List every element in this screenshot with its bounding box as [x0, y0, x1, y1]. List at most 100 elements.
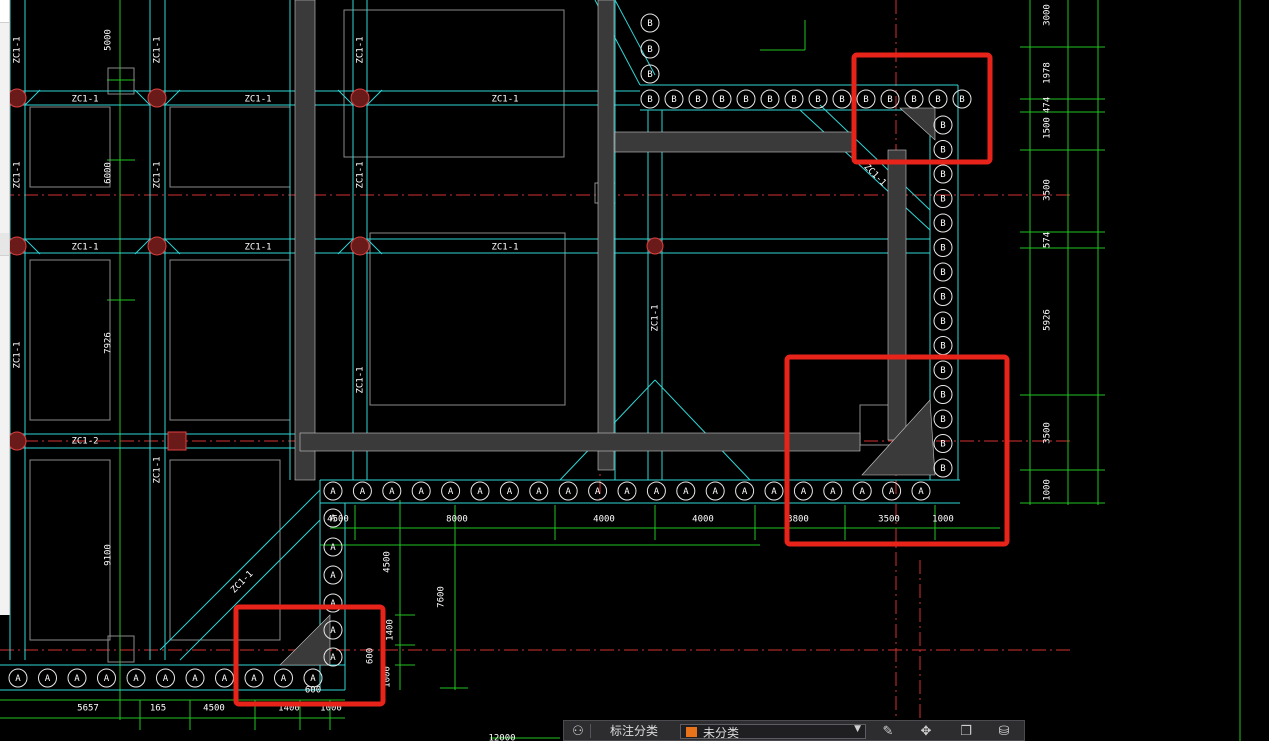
dimension-text: 3500 — [1043, 179, 1053, 201]
pile-label: A — [15, 674, 21, 684]
pile-label: A — [310, 674, 316, 684]
pile-label: B — [647, 45, 652, 55]
pile-label: A — [251, 674, 257, 684]
pile-label: B — [940, 440, 945, 450]
beam-label: ZC1-1 — [244, 95, 271, 105]
copy-icon[interactable]: ❐ — [956, 723, 976, 740]
pile-label: B — [940, 146, 945, 156]
pile-label: B — [959, 95, 964, 105]
pile-label: B — [767, 95, 772, 105]
pile-label: B — [940, 342, 945, 352]
chevron-down-icon: ▼ — [854, 724, 861, 734]
pile-label: A — [448, 487, 454, 497]
pile-label: A — [624, 487, 630, 497]
pile-label: A — [712, 487, 718, 497]
dimension-text: 4000 — [692, 515, 714, 525]
pile-label: A — [536, 487, 542, 497]
pile-label: A — [104, 674, 110, 684]
category-select[interactable]: 未分类 ▼ — [680, 724, 866, 740]
beam-label: ZC1-1 — [71, 243, 98, 253]
dimension-text: 1400 — [386, 619, 396, 641]
left-panel-edge[interactable] — [0, 0, 10, 615]
beam-label: ZC1-1 — [356, 36, 366, 63]
pile-label: B — [935, 95, 940, 105]
pile-label: A — [133, 674, 139, 684]
pile-label: A — [742, 487, 748, 497]
pile-label: A — [74, 674, 80, 684]
pile-label: A — [330, 626, 336, 636]
move-icon[interactable]: ✥ — [916, 723, 936, 740]
pile-label: A — [360, 487, 366, 497]
cad-drawing-canvas[interactable]: ZC1-1 ZC1-1 ZC1-1 ZC1-1 ZC1-1 ZC1-1 ZC1-1 ZC1-1… — [0, 0, 1269, 741]
beam-label: ZC1-1 — [153, 36, 163, 63]
dimension-text: 1000 — [1043, 479, 1053, 501]
pile-label: A — [859, 487, 865, 497]
pile-label: B — [887, 95, 892, 105]
dimension-text: 3500 — [1043, 422, 1053, 444]
pile-label: A — [507, 487, 513, 497]
pile-label: A — [477, 487, 483, 497]
pile-label: B — [940, 268, 945, 278]
dimension-text: 6000 — [104, 162, 114, 184]
pile-label: A — [389, 487, 395, 497]
dimension-text: 3500 — [878, 515, 900, 525]
edit-icon[interactable]: ✎ — [878, 723, 898, 740]
pile-label: B — [940, 317, 945, 327]
pile-label: A — [418, 487, 424, 497]
pile-label: B — [719, 95, 724, 105]
beam-label: ZC1-1 — [13, 161, 23, 188]
stack-icon[interactable]: ⛁ — [994, 723, 1014, 740]
pile-label: A — [830, 487, 836, 497]
pile-label: B — [695, 95, 700, 105]
dimension-text: 3000 — [1043, 4, 1053, 26]
dimension-text: 165 — [150, 704, 166, 714]
pile-label: B — [940, 391, 945, 401]
dimension-text: 5657 — [77, 704, 99, 714]
beam-label: ZC1-1 — [356, 366, 366, 393]
beam-label: ZC1-1 — [491, 95, 518, 105]
dimension-text: 474 — [1043, 97, 1053, 113]
pile-label: B — [863, 95, 868, 105]
category-select-value: 未分类 — [703, 726, 740, 740]
dimension-text: 8000 — [446, 515, 468, 525]
dimension-text: 12000 — [488, 734, 515, 741]
dimension-text: 7600 — [437, 586, 447, 608]
beam-label: ZC1-1 — [13, 36, 23, 63]
dimension-text: 4500 — [203, 704, 225, 714]
beam-label: ZC1-1 — [153, 161, 163, 188]
dimension-text: 4500 — [327, 515, 349, 525]
left-panel-tab[interactable] — [0, 233, 9, 256]
dimension-text: 600 — [305, 686, 321, 696]
pile-label: B — [940, 415, 945, 425]
pile-label: A — [889, 487, 895, 497]
pile-label: A — [330, 543, 336, 553]
pile-label: A — [565, 487, 571, 497]
pile-label: A — [683, 487, 689, 497]
dimension-text: 574 — [1043, 232, 1053, 248]
pile-label: B — [940, 464, 945, 474]
beam-label: ZC1-1 — [71, 95, 98, 105]
dimension-text: 5000 — [104, 29, 114, 51]
pile-label: A — [330, 653, 336, 663]
pile-label: B — [743, 95, 748, 105]
pile-label: A — [330, 487, 336, 497]
pile-label: B — [647, 95, 652, 105]
dimension-text: 4000 — [593, 515, 615, 525]
pile-label: B — [940, 219, 945, 229]
pile-label: A — [222, 674, 228, 684]
dimension-text: 5926 — [1043, 309, 1053, 331]
beam-label: ZC1-2 — [71, 437, 98, 447]
beam-label: ZC1-1 — [153, 456, 163, 483]
pile-label: B — [940, 121, 945, 131]
annotation-icon[interactable]: ⚇ — [568, 723, 588, 740]
left-panel-tab[interactable] — [0, 0, 9, 23]
pile-label: A — [192, 674, 198, 684]
category-color-swatch — [686, 727, 697, 737]
pile-label: A — [771, 487, 777, 497]
dimension-text: 7926 — [104, 332, 114, 354]
beam-label: ZC1-1 — [651, 304, 661, 331]
pile-label: B — [940, 244, 945, 254]
beam-label: ZC1-1 — [491, 243, 518, 253]
toolbar-separator — [590, 724, 591, 738]
pile-label: A — [45, 674, 51, 684]
